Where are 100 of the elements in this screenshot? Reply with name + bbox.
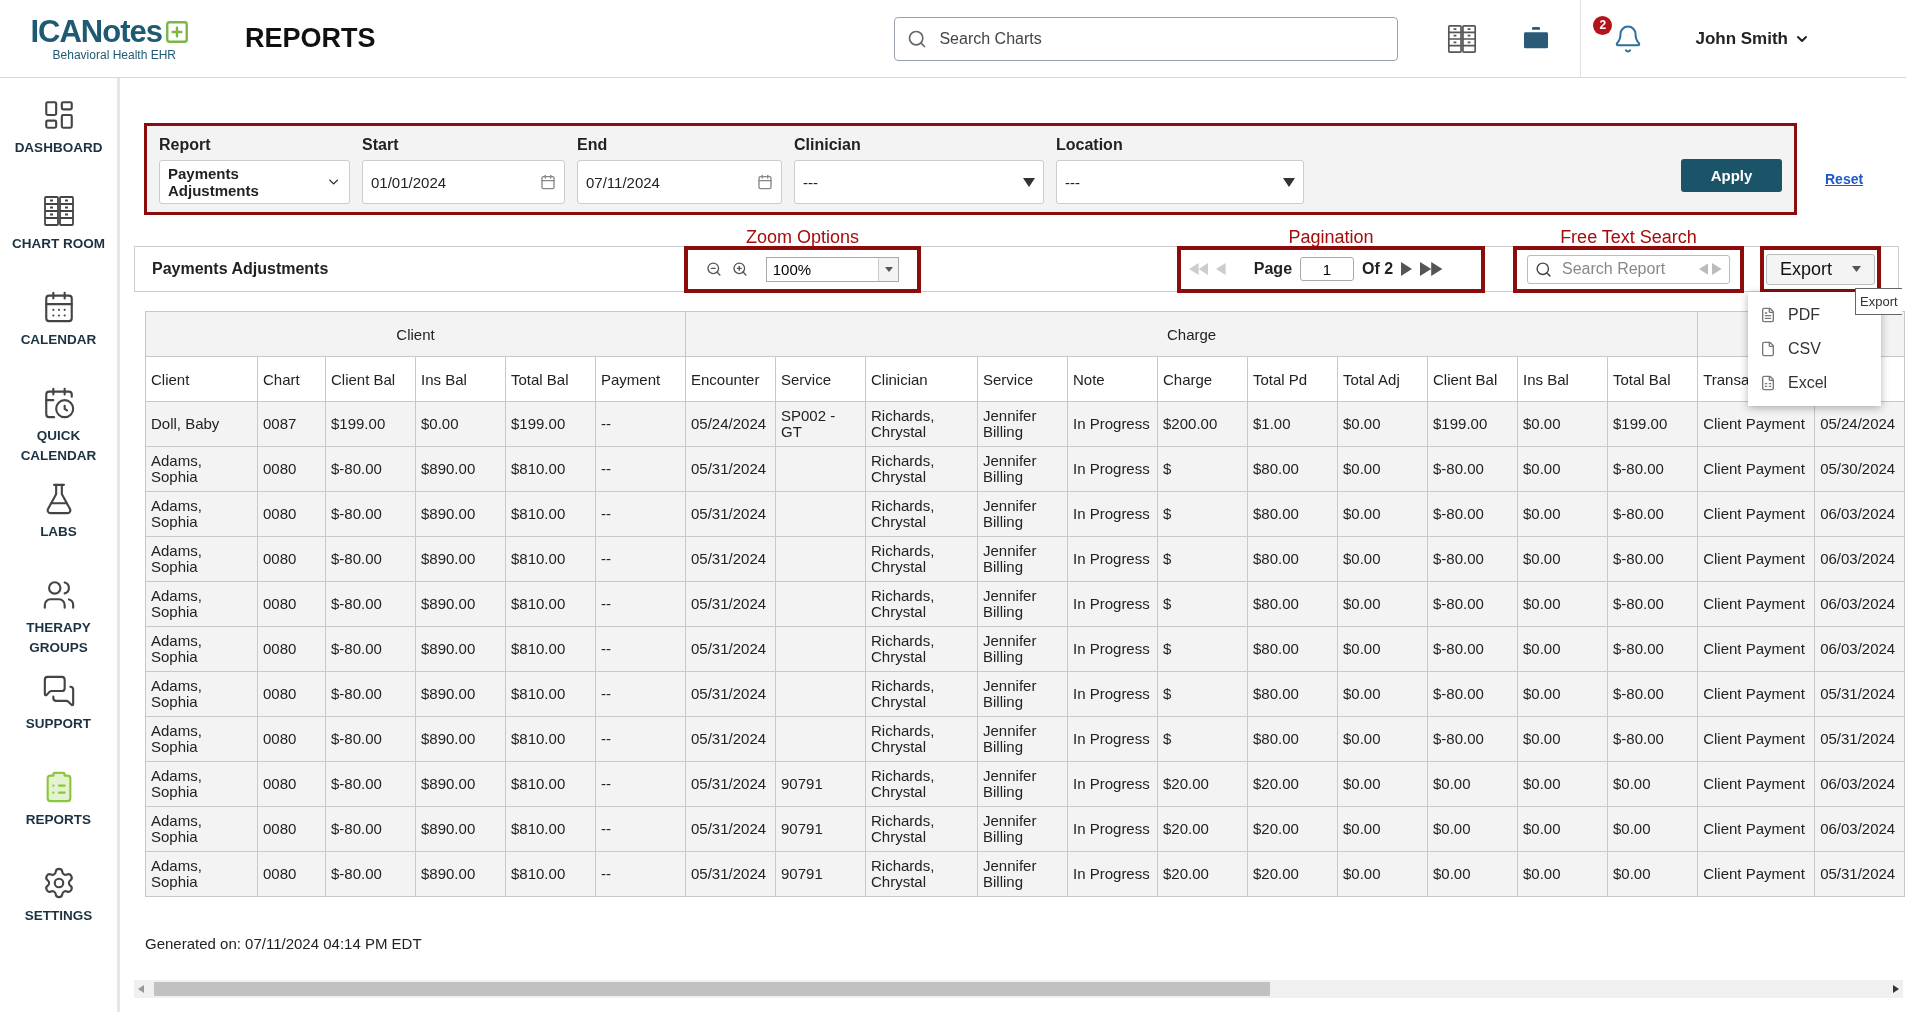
table-cell: $0.00	[1337, 671, 1428, 717]
table-cell: $0.00	[1607, 761, 1698, 807]
column-header: Chart	[257, 356, 326, 402]
table-cell: $0.00	[1337, 626, 1428, 672]
table-cell: $-80.00	[1427, 626, 1518, 672]
table-cell: Richards, Chrystal	[865, 671, 978, 717]
annotation-label: Free Text Search	[1559, 226, 1698, 248]
table-cell: $-80.00	[325, 581, 416, 627]
table-cell: 06/03/2024	[1814, 581, 1905, 627]
table-cell: 05/31/2024	[685, 491, 776, 537]
table-cell: $810.00	[505, 536, 596, 582]
column-group-header: Client	[145, 311, 686, 357]
field-label: End	[577, 136, 609, 154]
table-cell: 05/31/2024	[685, 581, 776, 627]
table-cell: $0.00	[1337, 851, 1428, 897]
table-cell: $80.00	[1247, 446, 1338, 492]
table-cell: $810.00	[505, 626, 596, 672]
table-cell: Richards, Chrystal	[865, 716, 978, 762]
table-cell: $	[1157, 446, 1248, 492]
table-cell: $0.00	[1337, 491, 1428, 537]
column-header: Service	[977, 356, 1068, 402]
column-header: Encounter	[685, 356, 776, 402]
table-cell: --	[595, 581, 686, 627]
table-cell: $-80.00	[1607, 491, 1698, 537]
table-cell: Client Payment	[1697, 581, 1815, 627]
table-cell: Adams, Sophia	[145, 491, 258, 537]
table-cell: $810.00	[505, 806, 596, 852]
table-cell: $0.00	[1337, 761, 1428, 807]
table-cell: $810.00	[505, 671, 596, 717]
column-header: Total Bal	[1607, 356, 1698, 402]
table-cell: 0080	[257, 671, 326, 717]
table-cell: In Progress	[1067, 401, 1158, 447]
table-cell: 0080	[257, 761, 326, 807]
table-cell: Jennifer Billing	[977, 536, 1068, 582]
table-cell: $0.00	[1427, 851, 1518, 897]
page-title: REPORTS	[245, 23, 376, 54]
table-cell: Adams, Sophia	[145, 446, 258, 492]
table-cell: --	[595, 716, 686, 762]
table-cell: $0.00	[1517, 851, 1608, 897]
table-cell: $0.00	[1517, 626, 1608, 672]
table-cell: $-80.00	[1607, 536, 1698, 582]
table-cell: $199.00	[325, 401, 416, 447]
table-cell: Richards, Chrystal	[865, 491, 978, 537]
table-cell: $-80.00	[1427, 536, 1518, 582]
table-cell: $890.00	[415, 671, 506, 717]
table-cell: 05/24/2024	[685, 401, 776, 447]
table-cell: Client Payment	[1697, 716, 1815, 762]
table-cell: $199.00	[1427, 401, 1518, 447]
table-cell: $890.00	[415, 761, 506, 807]
table-cell: $810.00	[505, 446, 596, 492]
table-cell: $890.00	[415, 806, 506, 852]
table-cell: Adams, Sophia	[145, 716, 258, 762]
table-cell: Jennifer Billing	[977, 626, 1068, 672]
table-cell: $-80.00	[325, 671, 416, 717]
table-cell: --	[595, 401, 686, 447]
table-cell: $199.00	[505, 401, 596, 447]
table-cell: $0.00	[1517, 536, 1608, 582]
table-cell: $	[1157, 671, 1248, 717]
table-cell: 90791	[775, 851, 866, 897]
table-cell: Adams, Sophia	[145, 851, 258, 897]
table-cell: In Progress	[1067, 536, 1158, 582]
page-label: Page	[1253, 260, 1293, 278]
table-cell: $80.00	[1247, 581, 1338, 627]
table-cell: Richards, Chrystal	[865, 761, 978, 807]
table-cell: $810.00	[505, 581, 596, 627]
table-cell: $-80.00	[1427, 716, 1518, 762]
table-cell: Richards, Chrystal	[865, 581, 978, 627]
field-label: Report	[159, 136, 212, 154]
table-cell: In Progress	[1067, 851, 1158, 897]
table-cell: $810.00	[505, 716, 596, 762]
table-cell: 05/31/2024	[685, 671, 776, 717]
table-cell: $-80.00	[1607, 716, 1698, 762]
table-cell: In Progress	[1067, 626, 1158, 672]
annotation-label: Pagination	[1287, 226, 1375, 248]
table-cell: Jennifer Billing	[977, 401, 1068, 447]
table-cell: $20.00	[1247, 806, 1338, 852]
table-cell: Client Payment	[1697, 806, 1815, 852]
table-cell: $0.00	[1517, 401, 1608, 447]
table-cell: 90791	[775, 806, 866, 852]
generated-timestamp: Generated on: 07/11/2024 04:14 PM EDT	[145, 935, 423, 952]
table-cell: Client Payment	[1697, 446, 1815, 492]
table-cell: 05/31/2024	[1814, 671, 1905, 717]
table-cell: Richards, Chrystal	[865, 536, 978, 582]
table-cell: $0.00	[1337, 806, 1428, 852]
notification-badge: 2	[1593, 15, 1613, 35]
table-cell: $0.00	[1517, 491, 1608, 537]
table-cell: In Progress	[1067, 581, 1158, 627]
table-cell: --	[595, 851, 686, 897]
table-cell: $890.00	[415, 446, 506, 492]
table-cell: $810.00	[505, 761, 596, 807]
table-cell: 06/03/2024	[1814, 806, 1905, 852]
column-header: Service	[775, 356, 866, 402]
annotation-label: Zoom Options	[744, 226, 860, 248]
table-cell: Client Payment	[1697, 761, 1815, 807]
table-cell: Richards, Chrystal	[865, 446, 978, 492]
table-cell: Jennifer Billing	[977, 806, 1068, 852]
table-cell: $0.00	[1517, 581, 1608, 627]
table-cell: $20.00	[1247, 851, 1338, 897]
table-cell: 05/31/2024	[685, 761, 776, 807]
table-cell: --	[595, 536, 686, 582]
